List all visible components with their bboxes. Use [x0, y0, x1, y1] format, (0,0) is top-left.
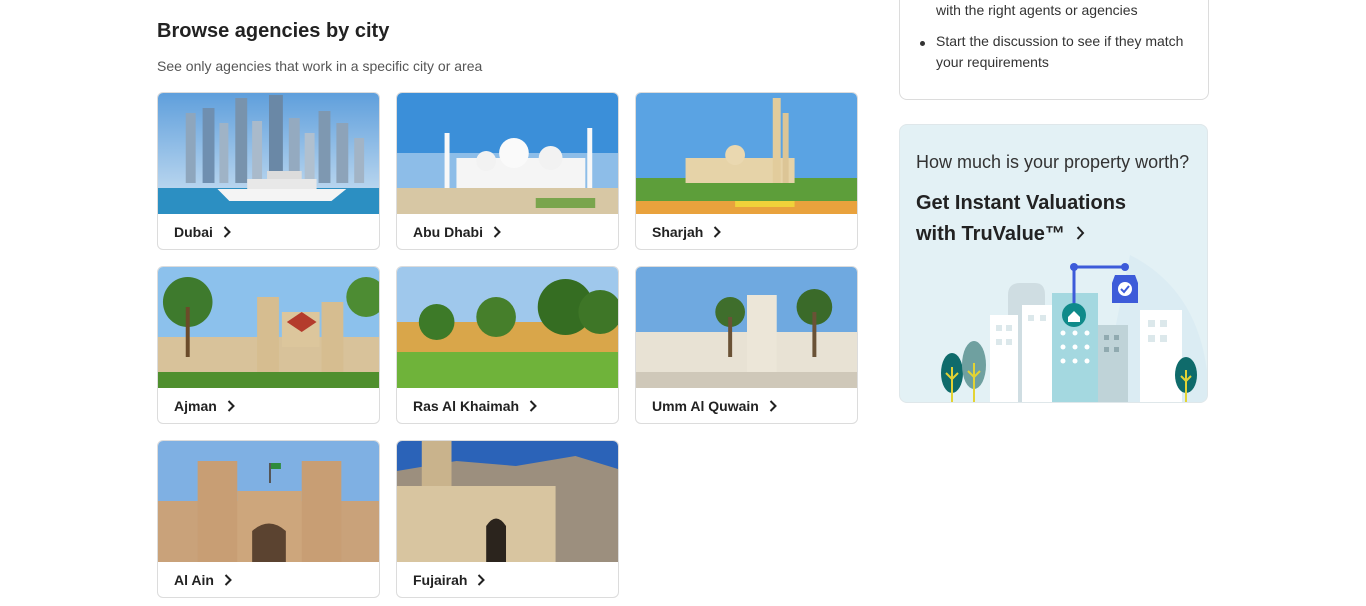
- city-image-ras-al-khaimah: [397, 267, 618, 388]
- city-image-sharjah: [636, 93, 857, 214]
- city-label: Umm Al Quwain: [652, 398, 759, 414]
- city-card-abu-dhabi[interactable]: Abu Dhabi: [396, 92, 619, 250]
- promo-headline-line1: Get Instant Valuations: [916, 192, 1127, 214]
- city-card-al-ain[interactable]: Al Ain: [157, 440, 380, 598]
- city-label: Dubai: [174, 224, 213, 240]
- city-image-ajman: [158, 267, 379, 388]
- chevron-right-icon: [713, 225, 723, 239]
- tip-text: your requirements: [936, 54, 1049, 70]
- city-image-al-ain: [158, 441, 379, 562]
- city-card-dubai[interactable]: Dubai: [157, 92, 380, 250]
- city-label: Fujairah: [413, 572, 468, 588]
- city-image-dubai: [158, 93, 379, 214]
- city-image-fujairah: [397, 441, 618, 562]
- chevron-right-icon: [1076, 219, 1085, 250]
- truvalue-promo-card[interactable]: How much is your property worth? Get Ins…: [899, 124, 1208, 403]
- chevron-right-icon: [227, 399, 237, 413]
- promo-headline-line2: with TruValue™: [916, 223, 1065, 245]
- chevron-right-icon: [224, 573, 234, 587]
- city-label: Abu Dhabi: [413, 224, 483, 240]
- city-card-ajman[interactable]: Ajman: [157, 266, 380, 424]
- tip-text: with the right agents or agencies: [936, 2, 1138, 18]
- city-image-umm-al-quwain: [636, 267, 857, 388]
- section-title: Browse agencies by city: [157, 20, 390, 42]
- city-card-umm-al-quwain[interactable]: Umm Al Quwain: [635, 266, 858, 424]
- city-card-ras-al-khaimah[interactable]: Ras Al Khaimah: [396, 266, 619, 424]
- city-buildings-illustration: [900, 255, 1207, 402]
- chevron-right-icon: [529, 399, 539, 413]
- city-card-fujairah[interactable]: Fujairah: [396, 440, 619, 598]
- tip-text: Start the discussion to see if they matc…: [936, 33, 1184, 49]
- promo-headline: Get Instant Valuations with TruValue™: [916, 188, 1176, 250]
- promo-question: How much is your property worth?: [916, 152, 1190, 172]
- city-label: Sharjah: [652, 224, 704, 240]
- chevron-right-icon: [769, 399, 779, 413]
- city-label: Al Ain: [174, 572, 214, 588]
- bullet-icon: [920, 41, 925, 46]
- chevron-right-icon: [477, 573, 487, 587]
- city-label: Ajman: [174, 398, 217, 414]
- chevron-right-icon: [493, 225, 503, 239]
- city-card-sharjah[interactable]: Sharjah: [635, 92, 858, 250]
- city-grid: Dubai Abu Dhabi Sharjah Ajman Ras Al Kha…: [157, 92, 858, 598]
- city-label: Ras Al Khaimah: [413, 398, 520, 414]
- section-subtitle: See only agencies that work in a specifi…: [157, 58, 483, 74]
- city-image-abu-dhabi: [397, 93, 618, 214]
- chevron-right-icon: [223, 225, 233, 239]
